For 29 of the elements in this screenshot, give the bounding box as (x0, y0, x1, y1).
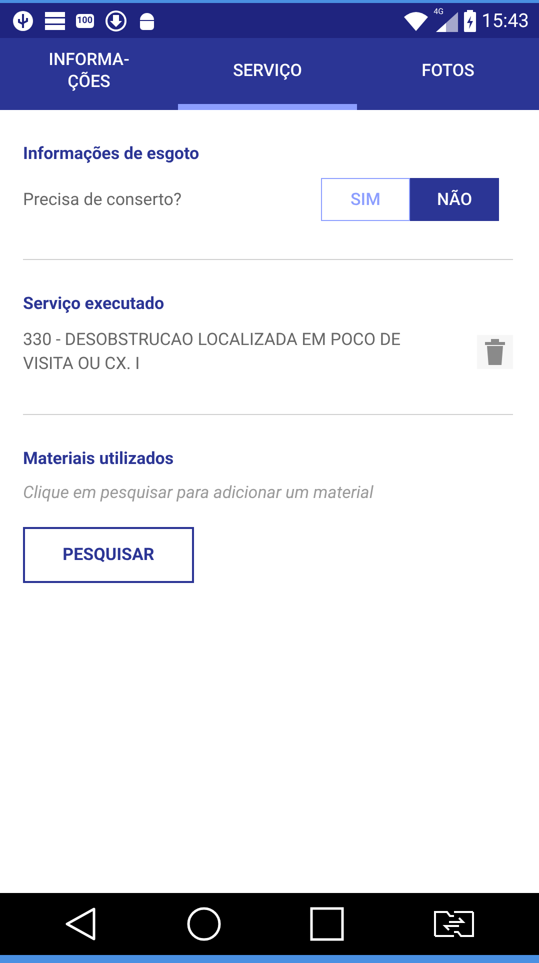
wifi-icon (404, 10, 428, 30)
search-button[interactable]: PESQUISAR (23, 527, 194, 583)
recents-icon (310, 907, 344, 941)
back-icon (64, 907, 97, 941)
tab[interactable]: FOTOS (357, 38, 539, 110)
battery-icon (464, 10, 476, 32)
tab[interactable]: SERVIÇO (178, 38, 357, 110)
section-title: Informações de esgoto (23, 144, 200, 164)
trash-icon (485, 339, 505, 365)
switch-button[interactable] (434, 910, 474, 938)
swap-icon (434, 910, 474, 938)
download-icon (104, 10, 126, 32)
home-icon (186, 907, 221, 941)
notification-count: 100 (76, 14, 94, 28)
hint-text: Clique em pesquisar para adicionar um material (23, 483, 374, 503)
section-title: Materiais utilizados (23, 449, 175, 469)
delete-button[interactable] (477, 335, 513, 369)
service-item: 330 - DESOBSTRUCAO LOCALIZADA EM POCO DE VISITA OU CX. I (23, 329, 402, 376)
network-label: 4G (434, 6, 444, 16)
tab[interactable]: INFORMA- ÇÕES (0, 38, 178, 110)
recents-button[interactable] (310, 907, 344, 941)
section-title: Serviço executado (23, 294, 166, 314)
toggle-option[interactable]: NÃO (410, 178, 499, 221)
storage-icon (45, 12, 65, 30)
home-button[interactable] (186, 907, 221, 941)
usb-icon (12, 10, 34, 32)
question-label: Precisa de conserto? (23, 190, 182, 210)
clock: 15:43 (482, 9, 529, 32)
back-button[interactable] (64, 907, 97, 941)
